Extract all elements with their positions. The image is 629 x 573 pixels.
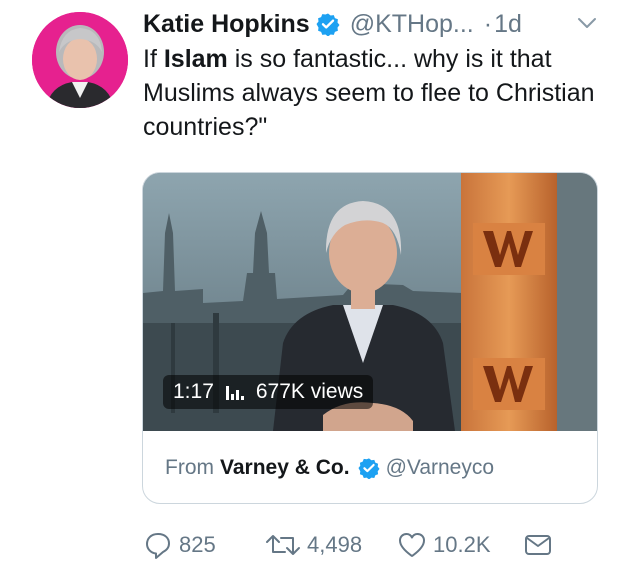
- author-name[interactable]: Katie Hopkins: [143, 10, 310, 39]
- retweet-button[interactable]: 4,498: [265, 528, 362, 562]
- tweet-text-before: If: [143, 45, 164, 73]
- reply-count: 825: [179, 532, 216, 557]
- tweet-text-bold: Islam: [163, 45, 228, 73]
- separator-dot: ·: [483, 9, 493, 38]
- source-account-handle[interactable]: @Varneyco: [386, 456, 494, 480]
- direct-message-icon: [525, 535, 551, 555]
- reply-button[interactable]: 825: [143, 528, 216, 562]
- tweet-actions: 825 4,498 10.2K: [143, 528, 563, 562]
- retweet-count: 4,498: [307, 532, 363, 557]
- like-button[interactable]: 10.2K: [397, 528, 491, 562]
- tweet-timestamp[interactable]: 1d: [494, 10, 522, 39]
- tweet-header: Katie Hopkins @KTHop... · 1d: [143, 6, 522, 42]
- avatar-image: [32, 12, 128, 108]
- from-label: From: [165, 456, 214, 479]
- video-player[interactable]: 1:17 677K views: [143, 173, 597, 431]
- view-count-bars-icon: [225, 384, 244, 400]
- media-card[interactable]: 1:17 677K views From Varney & Co. @Varne…: [142, 172, 598, 504]
- video-meta-overlay: 1:17 677K views: [163, 375, 374, 409]
- like-icon: [399, 533, 425, 557]
- media-attribution: From Varney & Co. @Varneyco: [143, 431, 597, 503]
- verified-badge-icon: [316, 13, 340, 36]
- like-count: 10.2K: [433, 532, 491, 557]
- avatar[interactable]: [32, 12, 128, 108]
- author-handle[interactable]: @KTHop...: [350, 10, 474, 39]
- chevron-down-icon[interactable]: [576, 14, 598, 32]
- verified-badge-icon: [358, 458, 380, 479]
- source-account-name[interactable]: Varney & Co.: [220, 456, 350, 480]
- video-duration: 1:17: [173, 380, 214, 403]
- reply-icon: [146, 533, 170, 559]
- retweet-icon: [266, 535, 300, 555]
- video-views: 677K views: [255, 380, 364, 403]
- tweet-text: If Islam is so fantastic... why is it th…: [143, 42, 613, 144]
- direct-message-button[interactable]: [523, 528, 559, 562]
